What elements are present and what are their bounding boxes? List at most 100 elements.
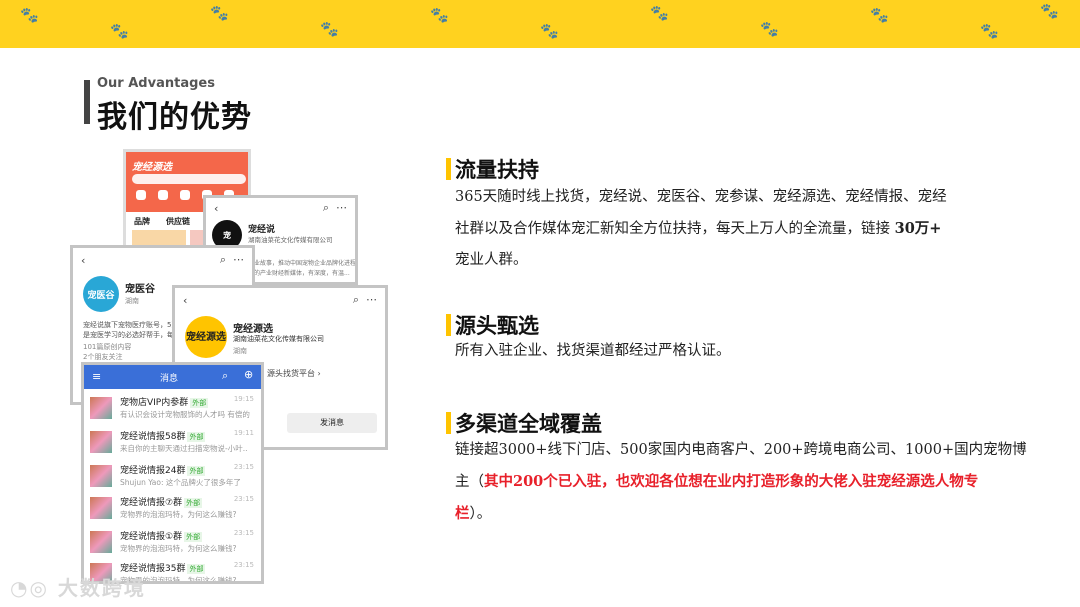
section-title-traffic: 流量扶持 [455, 158, 539, 182]
list-item[interactable]: 宠经说情报58群 外部 来自你的主聊天通过扫描宠物说-小叶.. 19:11 [90, 429, 256, 459]
section-accent-bar [446, 158, 451, 180]
topbar-actions: ⌕ ⋯ [323, 201, 347, 215]
profile-name: 宠医谷 [125, 284, 155, 295]
last-message: 宠物界的泡泡玛特，为何这么赚钱? [120, 544, 237, 553]
profile-topbar: ‹ ⌕ ⋯ [73, 248, 252, 272]
app-tab-supply[interactable]: 供应链 [166, 216, 190, 227]
search-icon[interactable]: ⌕ [353, 293, 359, 306]
highlight-number: 30万+ [894, 220, 942, 237]
last-message: 宠物界的泡泡玛特，为何这么赚钱? [120, 510, 237, 519]
back-icon[interactable]: ‹ [81, 254, 85, 267]
page-eyebrow: Our Advantages [97, 76, 215, 91]
body-line: 宠业人群。 [455, 252, 528, 268]
section-accent-bar [446, 412, 451, 434]
menu-icon[interactable]: ≡ [92, 370, 101, 383]
group-avatar [90, 497, 112, 519]
last-message: 有认识会设计宠物服饰的人才吗 有偿的 [120, 410, 250, 419]
list-item[interactable]: 宠经说情报①群 外部 宠物界的泡泡玛特，为何这么赚钱? 23:15 [90, 529, 256, 559]
add-icon[interactable]: ⊕ [244, 368, 253, 381]
body-line: 主（其中200个已入驻，也欢迎各位想在业内打造形象的大佬入驻宠经源选人物专 [455, 473, 979, 490]
profile-company: 湖南油菜花文化传媒有限公司 [248, 236, 333, 244]
group-name: 宠经说情报58群 外部 [120, 432, 206, 442]
list-item[interactable]: 宠经说情报⑦群 外部 宠物界的泡泡玛特，为何这么赚钱? 23:15 [90, 495, 256, 525]
last-message: 来自你的主聊天通过扫描宠物说-小叶.. [120, 444, 248, 453]
message-time: 23:15 [233, 561, 254, 569]
page-title: 我们的优势 [97, 100, 252, 135]
group-name: 宠物店VIP内参群 外部 [120, 398, 209, 408]
message-time: 19:15 [233, 395, 254, 403]
profile-topbar: ‹ ⌕ ⋯ [206, 198, 355, 218]
profile-desc: 企业故事，推动中国宠物企业品牌化进程。 [248, 260, 358, 267]
section-accent-bar [446, 314, 451, 336]
title-accent-bar [84, 80, 90, 124]
profile-region: 湖南 [125, 297, 139, 305]
back-icon[interactable]: ‹ [214, 202, 218, 215]
paw-icon: 🐾 [540, 22, 559, 40]
message-time: 23:15 [233, 463, 254, 471]
app-grid-icon [136, 190, 146, 200]
app-logo: 宠经源选 [132, 162, 172, 173]
profile-company: 湖南油菜花文化传媒有限公司 [233, 335, 324, 343]
list-item[interactable]: 宠物店VIP内参群 外部 有认识会设计宠物服饰的人才吗 有偿的 19:15 [90, 395, 256, 425]
group-avatar [90, 431, 112, 453]
last-message: Shujun Yao: 这个品牌火了很多年了 [120, 478, 241, 487]
profile-friends: 2个朋友关注 [83, 353, 123, 361]
body-line: 所有入驻企业、找货渠道都经过严格认证。 [455, 343, 731, 359]
group-name: 宠经说情报①群 外部 [120, 532, 203, 542]
paw-icon: 🐾 [870, 6, 889, 24]
app-search-bar[interactable] [132, 174, 246, 184]
chongjingyuanxuan-avatar: 宠经源选 [185, 316, 227, 358]
message-time: 23:15 [233, 495, 254, 503]
paw-icon: 🐾 [320, 20, 339, 38]
search-icon[interactable]: ⌕ [323, 201, 329, 214]
section-body-traffic: 365天随时线上找货，宠经说、宠医谷、宠参谋、宠经源选、宠经情报、宠经 社群以及… [455, 182, 1055, 276]
profile-desc: 宠经说旗下宠物医疗账号，5万+ [83, 321, 185, 329]
paw-icon: 🐾 [210, 4, 229, 22]
watermark-text: 大数跨境 [57, 576, 146, 600]
list-item[interactable]: 宠经说情报24群 外部 Shujun Yao: 这个品牌火了很多年了 23:15 [90, 463, 256, 493]
section-title-channels: 多渠道全域覆盖 [455, 412, 602, 436]
group-avatar [90, 397, 112, 419]
watermark-icon: ◔◎ [10, 576, 49, 600]
messages-screenshot: ≡ 消息 ⌕ ⊕ 宠物店VIP内参群 外部 有认识会设计宠物服饰的人才吗 有偿的 … [81, 362, 264, 584]
app-tab-brand[interactable]: 品牌 [134, 216, 150, 227]
message-time: 23:15 [233, 529, 254, 537]
body-line: 365天随时线上找货，宠经说、宠医谷、宠参谋、宠经源选、宠经情报、宠经 [455, 189, 947, 205]
more-icon[interactable]: ⋯ [366, 293, 377, 306]
group-avatar [90, 465, 112, 487]
paw-icon: 🐾 [650, 4, 669, 22]
watermark-logo: ◔◎ 大数跨境 [10, 572, 146, 601]
topbar-actions: ⌕ ⋯ [220, 253, 244, 267]
top-banner: 🐾 🐾 🐾 🐾 🐾 🐾 🐾 🐾 🐾 🐾 🐾 [0, 0, 1080, 48]
group-avatar [90, 531, 112, 553]
app-grid-icon [180, 190, 190, 200]
search-icon[interactable]: ⌕ [222, 369, 228, 383]
profile-desc: 办的产业财经新媒体，有深度，有温... [248, 270, 350, 277]
topbar-actions: ⌕ ⋯ [353, 293, 377, 307]
group-name: 宠经说情报24群 外部 [120, 466, 206, 476]
profile-post-count: 101篇原创内容 [83, 343, 132, 351]
send-message-button[interactable]: 发消息 [287, 413, 377, 433]
paw-icon: 🐾 [110, 22, 129, 40]
app-grid-icon [158, 190, 168, 200]
messages-header: ≡ 消息 ⌕ ⊕ [84, 365, 261, 389]
profile-link[interactable]: 源头找货平台 › [267, 368, 321, 379]
highlight-text: 其中200个已入驻，也欢迎各位想在业内打造形象的大佬入驻宠经源选人物专 [484, 473, 979, 490]
paw-icon: 🐾 [980, 22, 999, 40]
more-icon[interactable]: ⋯ [336, 201, 347, 214]
body-line: 栏）。 [455, 505, 492, 522]
section-body-channels: 链接超3000+线下门店、500家国内电商客户、200+跨境电商公司、1000+… [455, 435, 1055, 530]
section-body-source: 所有入驻企业、找货渠道都经过严格认证。 [455, 336, 1055, 367]
profile-name: 宠经源选 [233, 324, 273, 335]
more-icon[interactable]: ⋯ [233, 253, 244, 266]
body-line: 链接超3000+线下门店、500家国内电商客户、200+跨境电商公司、1000+… [455, 442, 1027, 458]
profile-topbar: ‹ ⌕ ⋯ [175, 288, 385, 312]
search-icon[interactable]: ⌕ [220, 253, 226, 266]
message-time: 19:11 [233, 429, 254, 437]
profile-region: 湖南 [233, 347, 247, 355]
body-line: 社群以及合作媒体宠汇新知全方位扶持，每天上万人的全流量，链接 30万+ [455, 220, 942, 237]
paw-icon: 🐾 [760, 20, 779, 38]
back-icon[interactable]: ‹ [183, 294, 187, 307]
group-name: 宠经说情报⑦群 外部 [120, 498, 203, 508]
paw-icon: 🐾 [1040, 2, 1059, 20]
